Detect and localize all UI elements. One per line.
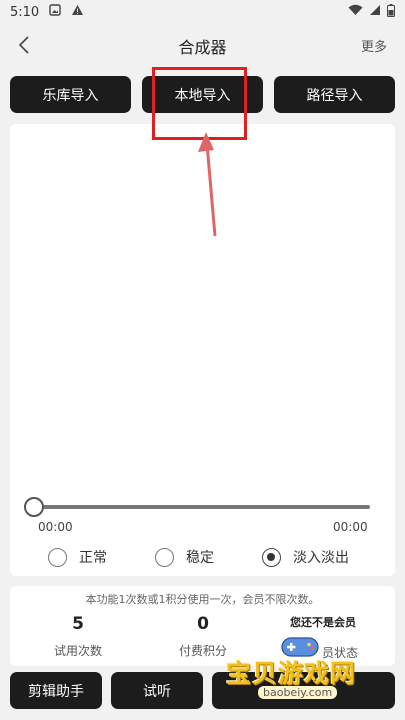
radio-stable[interactable]: 稳定 (155, 547, 214, 567)
radio-unchecked-icon (48, 547, 67, 567)
watermark-text: 宝贝游戏网 (226, 659, 357, 688)
path-import-button[interactable]: 路径导入 (274, 76, 395, 113)
member-status-text[interactable]: 您还不是会员 (290, 614, 356, 630)
edit-assistant-button[interactable]: 剪辑助手 (10, 672, 102, 709)
signal-icon (369, 4, 381, 20)
trial-count-value: 5 (72, 614, 84, 634)
usage-note: 本功能1次数或1积分使用一次，会员不限次数。 (85, 593, 320, 606)
radio-checked-icon (262, 547, 281, 567)
status-bar: 5:10 (0, 0, 405, 24)
radio-stable-label: 稳定 (186, 550, 214, 566)
gallery-notification-icon (49, 4, 61, 20)
playback-slider-track[interactable] (34, 505, 370, 509)
radio-normal-label: 正常 (79, 550, 107, 566)
app-bar: 合成器 更多 (0, 24, 405, 66)
fade-mode-radio-group: 正常 稳定 淡入淡出 (0, 545, 405, 569)
watermark-url: baobeiy.com (258, 686, 338, 699)
playback-slider-thumb[interactable] (24, 497, 44, 517)
wifi-icon (348, 4, 363, 20)
trial-count-label: 试用次数 (53, 644, 102, 658)
annotation-arrow-icon (198, 132, 217, 237)
radio-unchecked-icon (155, 547, 174, 567)
listen-button[interactable]: 试听 (111, 672, 203, 709)
points-value: 0 (197, 614, 209, 634)
page-title: 合成器 (178, 38, 227, 57)
more-button[interactable]: 更多 (361, 36, 387, 55)
battery-icon (387, 3, 395, 21)
radio-fade-in-out[interactable]: 淡入淡出 (262, 547, 349, 567)
library-import-button[interactable]: 乐库导入 (10, 76, 131, 113)
radio-fade-in-out-label: 淡入淡出 (293, 550, 349, 566)
status-time: 5:10 (10, 4, 40, 20)
total-time: 00:00 (333, 520, 368, 534)
radio-normal[interactable]: 正常 (48, 547, 107, 567)
current-time: 00:00 (38, 520, 73, 534)
warning-icon (71, 4, 84, 20)
